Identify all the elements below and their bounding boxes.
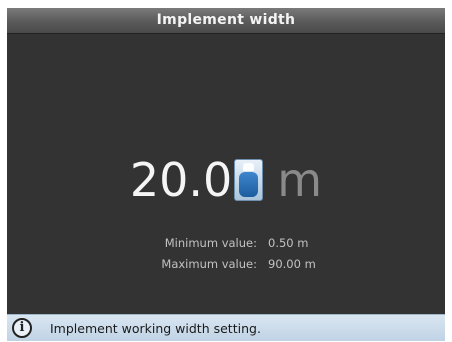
editing-digit-value: 0 (235, 160, 236, 161)
maximum-value: 90.00 m (268, 257, 316, 271)
status-text: Implement working width setting. (50, 321, 261, 336)
value-editor[interactable]: 20.00 m Minimum value: 0.50 m Maximum val… (7, 34, 445, 314)
minimum-label: Minimum value: (164, 236, 257, 250)
dialog-title: Implement width (7, 8, 445, 34)
maximum-row: Maximum value: 90.00 m (7, 257, 445, 278)
editing-digit-cursor[interactable]: 0 (234, 159, 264, 201)
unit-label: m (277, 153, 323, 207)
maximum-label: Maximum value: (161, 257, 257, 271)
value-limits: Minimum value: 0.50 m Maximum value: 90.… (7, 236, 445, 278)
minimum-value: 0.50 m (268, 236, 309, 250)
minimum-row: Minimum value: 0.50 m (7, 236, 445, 257)
value-display[interactable]: 20.00 m (7, 152, 445, 212)
info-icon: i (12, 318, 32, 338)
value-digits[interactable]: 20.0 (130, 152, 232, 208)
status-bar: i Implement working width setting. (7, 314, 445, 341)
implement-width-dialog: Implement width 20.00 m Minimum value: 0.… (7, 8, 445, 341)
